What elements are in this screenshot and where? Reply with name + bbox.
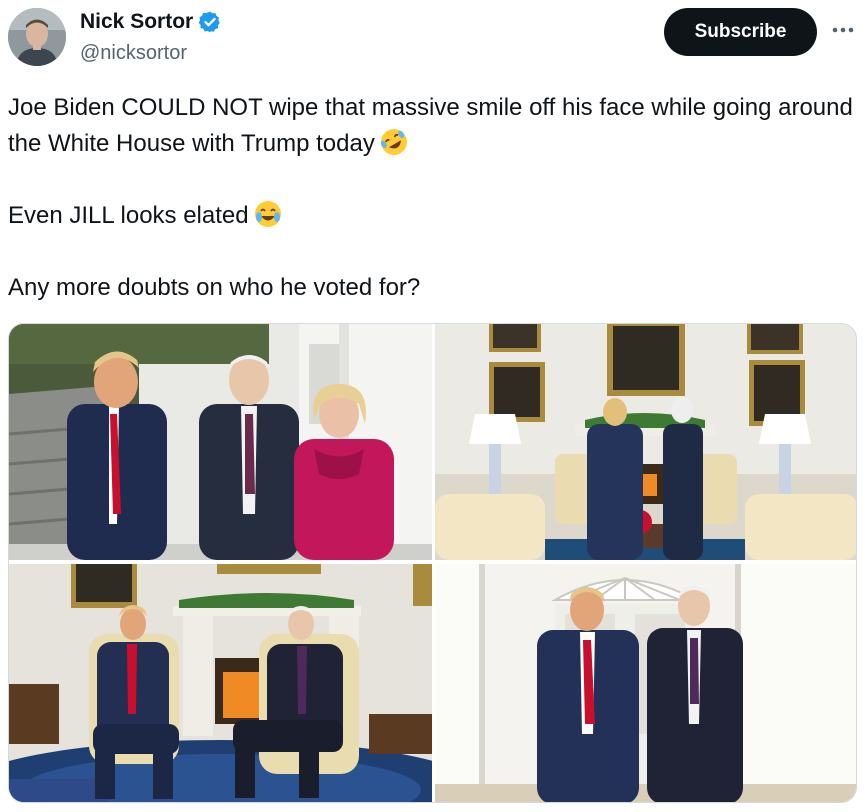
tweet-text: Joe Biden COULD NOT wipe that massive sm… [8, 90, 856, 306]
rolling-on-floor-laughing-emoji-icon [379, 127, 409, 157]
line-spacer [8, 162, 856, 198]
media-grid [8, 323, 857, 803]
photo-1[interactable] [9, 324, 432, 560]
avatar[interactable] [8, 8, 66, 66]
tweet-header: Nick Sortor @nicksortor Subscribe [8, 6, 856, 70]
photo-4[interactable] [435, 564, 856, 802]
verified-badge-icon[interactable] [198, 10, 222, 34]
tweet-line-1-text: Joe Biden COULD NOT wipe that massive sm… [8, 94, 853, 157]
photo-3[interactable] [9, 564, 432, 802]
photo-2[interactable] [435, 324, 856, 560]
tweet-line-3: Any more doubts on who he voted for? [8, 270, 856, 306]
tweet-line-3-text: Any more doubts on who he voted for? [8, 274, 421, 301]
tweet-line-2: Even JILL looks elated [8, 198, 856, 234]
tears-of-joy-emoji-icon [253, 199, 283, 229]
tweet-line-1: Joe Biden COULD NOT wipe that massive sm… [8, 90, 856, 162]
line-spacer [8, 234, 856, 270]
display-name[interactable]: Nick Sortor [80, 10, 193, 34]
more-horizontal-icon[interactable] [830, 20, 856, 40]
tweet-line-2-text: Even JILL looks elated [8, 202, 249, 229]
handle[interactable]: @nicksortor [80, 42, 187, 65]
name-row: Nick Sortor [80, 10, 222, 34]
subscribe-button[interactable]: Subscribe [664, 8, 817, 56]
